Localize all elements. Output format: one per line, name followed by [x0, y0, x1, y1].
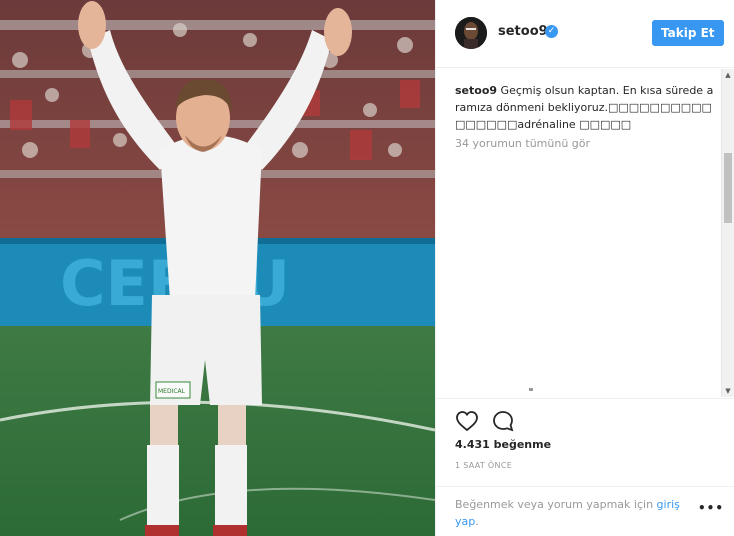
check-badge-icon: ✓: [545, 25, 558, 38]
football-player-photo: CEBSU MEDICAL: [0, 0, 435, 536]
login-prompt-suffix: .: [475, 515, 479, 528]
avatar-image: [455, 17, 487, 49]
scrollbar-thumb[interactable]: [724, 153, 732, 223]
login-prompt-text: Beğenmek veya yorum yapmak için: [455, 498, 657, 511]
post-header: setoo9 ✓ Takip Et: [436, 0, 734, 68]
speech-bubble-icon[interactable]: [491, 409, 515, 433]
comments-scrollbar[interactable]: ▲ ▼: [721, 69, 734, 397]
comments-area[interactable]: setoo9 Geçmiş olsun kaptan. En kısa süre…: [436, 69, 734, 397]
heart-outline-icon[interactable]: [455, 409, 479, 433]
triangle-down-icon[interactable]: ▼: [722, 385, 734, 397]
likes-count[interactable]: 4.431 beğenme: [455, 438, 551, 451]
avatar[interactable]: [455, 17, 487, 49]
post-actions: [436, 398, 734, 438]
post-photo[interactable]: CEBSU MEDICAL: [0, 0, 435, 536]
post-timestamp[interactable]: 1 SAAT ÖNCE: [455, 461, 512, 470]
view-all-comments-link[interactable]: 34 yorumun tümünü gör: [455, 137, 590, 150]
loading-indicator: [529, 388, 533, 391]
post-details-panel: setoo9 ✓ Takip Et setoo9 Geçmiş olsun ka…: [435, 0, 734, 536]
shorts-badge: MEDICAL: [158, 388, 186, 395]
username-link[interactable]: setoo9: [498, 24, 548, 39]
caption-username[interactable]: setoo9: [455, 84, 497, 97]
login-prompt: Beğenmek veya yorum yapmak için giriş ya…: [455, 496, 695, 530]
more-options-icon[interactable]: •••: [698, 501, 724, 515]
caption: setoo9 Geçmiş olsun kaptan. En kısa süre…: [455, 82, 717, 133]
follow-button[interactable]: Takip Et: [652, 20, 724, 46]
triangle-up-icon[interactable]: ▲: [722, 69, 734, 81]
login-prompt-area: Beğenmek veya yorum yapmak için giriş ya…: [436, 486, 734, 536]
